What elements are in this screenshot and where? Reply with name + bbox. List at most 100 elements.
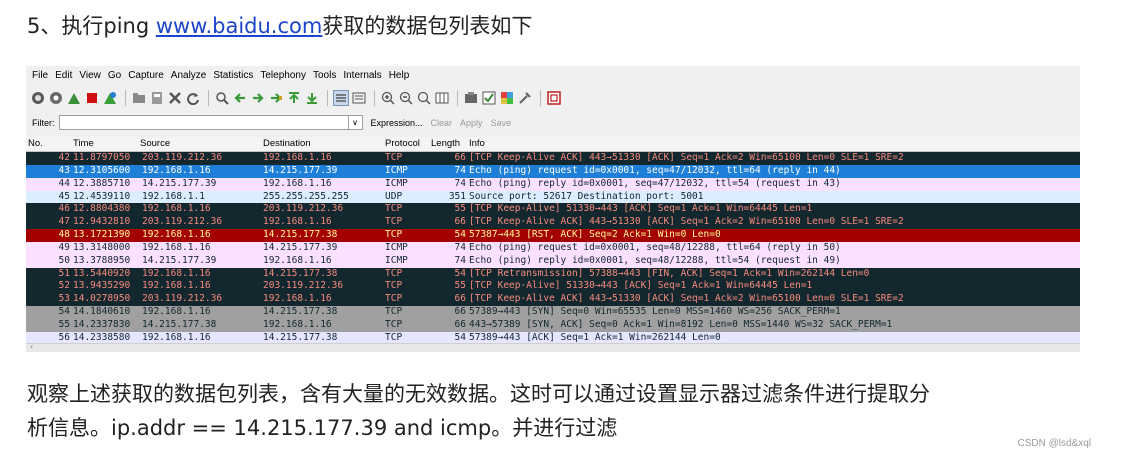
menu-bar: File Edit View Go Capture Analyze Statis… xyxy=(26,66,1080,85)
packet-info-cell: Echo (ping) request id=0x0001, seq=48/12… xyxy=(469,241,841,253)
menu-internals[interactable]: Internals xyxy=(343,70,381,81)
packet-row[interactable]: 47 12.9432810 203.119.212.36 192.168.1.16 TC… xyxy=(26,216,1080,230)
packet-dst-cell: 14.215.177.38 xyxy=(263,267,338,279)
toolbar-separator xyxy=(457,90,458,106)
column-protocol[interactable]: Protocol xyxy=(385,138,420,149)
packet-row[interactable]: 48 13.1721390 192.168.1.16 14.215.177.38 TCP… xyxy=(26,229,1080,242)
column-no[interactable]: No. xyxy=(28,138,43,149)
column-source[interactable]: Source xyxy=(140,138,170,149)
menu-go[interactable]: Go xyxy=(108,70,121,81)
packet-time-cell: 14.2337830 xyxy=(73,318,131,330)
expression-button[interactable]: Expression... xyxy=(371,118,423,128)
baidu-link[interactable]: www.baidu.com xyxy=(156,14,322,38)
packet-src-cell: 192.168.1.16 xyxy=(142,280,211,292)
packet-row[interactable]: 55 14.2337830 14.215.177.38 192.168.1.16 TCP… xyxy=(26,318,1080,332)
packet-src-cell: 203.119.212.36 xyxy=(142,216,223,228)
menu-edit[interactable]: Edit xyxy=(55,70,72,81)
packet-info-cell: [TCP Keep-Alive ACK] 443→51330 [ACK] Seq… xyxy=(469,216,904,228)
go-last-icon[interactable] xyxy=(304,90,320,106)
column-time[interactable]: Time xyxy=(73,138,94,149)
packet-no-cell: 44 xyxy=(58,177,70,189)
packet-src-cell: 14.215.177.39 xyxy=(142,254,217,266)
go-forward-icon[interactable] xyxy=(250,90,266,106)
packet-src-cell: 192.168.1.16 xyxy=(142,241,211,253)
resize-columns-icon[interactable] xyxy=(434,90,450,106)
packet-time-cell: 12.3885710 xyxy=(73,177,131,189)
horizontal-scrollbar[interactable]: ‹ xyxy=(26,342,1080,352)
column-info[interactable]: Info xyxy=(469,138,485,149)
packet-time-cell: 11.8797050 xyxy=(73,152,131,163)
options-icon[interactable] xyxy=(48,90,64,106)
start-capture-icon[interactable] xyxy=(66,90,82,106)
packet-proto-cell: ICMP xyxy=(385,241,408,253)
capture-filters-icon[interactable] xyxy=(463,90,479,106)
packet-proto-cell: TCP xyxy=(385,267,403,279)
packet-len-cell: 74 xyxy=(454,254,466,266)
go-back-icon[interactable] xyxy=(232,90,248,106)
packet-src-cell: 192.168.1.16 xyxy=(142,229,211,241)
column-destination[interactable]: Destination xyxy=(263,138,311,149)
zoom-out-icon[interactable] xyxy=(398,90,414,106)
packet-row[interactable]: 53 14.0278950 203.119.212.36 192.168.1.16 TC… xyxy=(26,293,1080,307)
menu-telephony[interactable]: Telephony xyxy=(260,70,306,81)
open-file-icon[interactable] xyxy=(131,90,147,106)
menu-file[interactable]: File xyxy=(32,70,48,81)
menu-statistics[interactable]: Statistics xyxy=(213,70,253,81)
scroll-left-icon[interactable]: ‹ xyxy=(30,342,33,351)
packet-row[interactable]: 49 13.3148000 192.168.1.16 14.215.177.39 ICM… xyxy=(26,241,1080,255)
filter-input[interactable] xyxy=(58,115,349,130)
apply-button[interactable]: Apply xyxy=(460,118,483,128)
column-length[interactable]: Length xyxy=(431,138,460,149)
packet-len-cell: 66 xyxy=(454,152,466,163)
packet-proto-cell: TCP xyxy=(385,293,403,305)
menu-help[interactable]: Help xyxy=(389,70,410,81)
normal-size-icon[interactable] xyxy=(416,90,432,106)
packet-row[interactable]: 52 13.9435290 192.168.1.16 203.119.212.36 TC… xyxy=(26,280,1080,294)
packet-len-cell: 74 xyxy=(454,177,466,189)
preferences-icon[interactable] xyxy=(517,90,533,106)
toolbar-separator xyxy=(540,90,541,106)
find-packet-icon[interactable] xyxy=(214,90,230,106)
packet-row[interactable]: 43 12.3105600 192.168.1.16 14.215.177.39 ICM… xyxy=(26,164,1080,178)
stop-capture-icon[interactable] xyxy=(84,90,100,106)
packet-row[interactable]: 54 14.1840610 192.168.1.16 14.215.177.38 TCP… xyxy=(26,306,1080,319)
packet-info-cell: Echo (ping) reply id=0x0001, seq=47/1203… xyxy=(469,177,841,189)
help-icon[interactable] xyxy=(546,90,562,106)
toolbar-separator xyxy=(327,90,328,106)
display-filters-icon[interactable] xyxy=(481,90,497,106)
packet-row[interactable]: 45 12.4539110 192.168.1.1 255.255.255.255 UD… xyxy=(26,190,1080,204)
colorize-icon[interactable] xyxy=(333,90,349,106)
close-file-icon[interactable] xyxy=(167,90,183,106)
packet-no-cell: 54 xyxy=(58,306,70,318)
packet-dst-cell: 203.119.212.36 xyxy=(263,203,344,215)
coloring-rules-icon[interactable] xyxy=(499,90,515,106)
packet-time-cell: 13.5440920 xyxy=(73,267,131,279)
packet-row[interactable]: 46 12.8804380 192.168.1.16 203.119.212.36 TC… xyxy=(26,203,1080,217)
zoom-in-icon[interactable] xyxy=(380,90,396,106)
packet-len-cell: 74 xyxy=(454,241,466,253)
menu-capture[interactable]: Capture xyxy=(128,70,164,81)
packet-row[interactable]: 50 13.3788950 14.215.177.39 192.168.1.16 ICM… xyxy=(26,254,1080,268)
packet-time-cell: 13.3788950 xyxy=(73,254,131,266)
clear-button[interactable]: Clear xyxy=(431,118,453,128)
packet-row[interactable]: 51 13.5440920 192.168.1.16 14.215.177.38 TCP… xyxy=(26,267,1080,281)
packet-list-header: No. Time Source Destination Protocol Len… xyxy=(26,137,1080,152)
packet-row[interactable]: 44 12.3885710 14.215.177.39 192.168.1.16 ICM… xyxy=(26,177,1080,191)
go-to-packet-icon[interactable] xyxy=(268,90,284,106)
menu-view[interactable]: View xyxy=(79,70,101,81)
filter-dropdown-icon[interactable]: ∨ xyxy=(348,115,363,130)
auto-scroll-icon[interactable] xyxy=(351,90,367,106)
toolbar-separator xyxy=(374,90,375,106)
reload-icon[interactable] xyxy=(185,90,201,106)
go-first-icon[interactable] xyxy=(286,90,302,106)
packet-len-cell: 74 xyxy=(454,164,466,176)
packet-src-cell: 203.119.212.36 xyxy=(142,152,223,163)
restart-capture-icon[interactable] xyxy=(102,90,118,106)
menu-tools[interactable]: Tools xyxy=(313,70,336,81)
save-file-icon[interactable] xyxy=(149,90,165,106)
packet-len-cell: 66 xyxy=(454,306,466,318)
menu-analyze[interactable]: Analyze xyxy=(171,70,207,81)
save-button[interactable]: Save xyxy=(491,118,512,128)
interfaces-icon[interactable] xyxy=(30,90,46,106)
packet-row[interactable]: 42 11.8797050 203.119.212.36 192.168.1.16 TC… xyxy=(26,152,1080,165)
